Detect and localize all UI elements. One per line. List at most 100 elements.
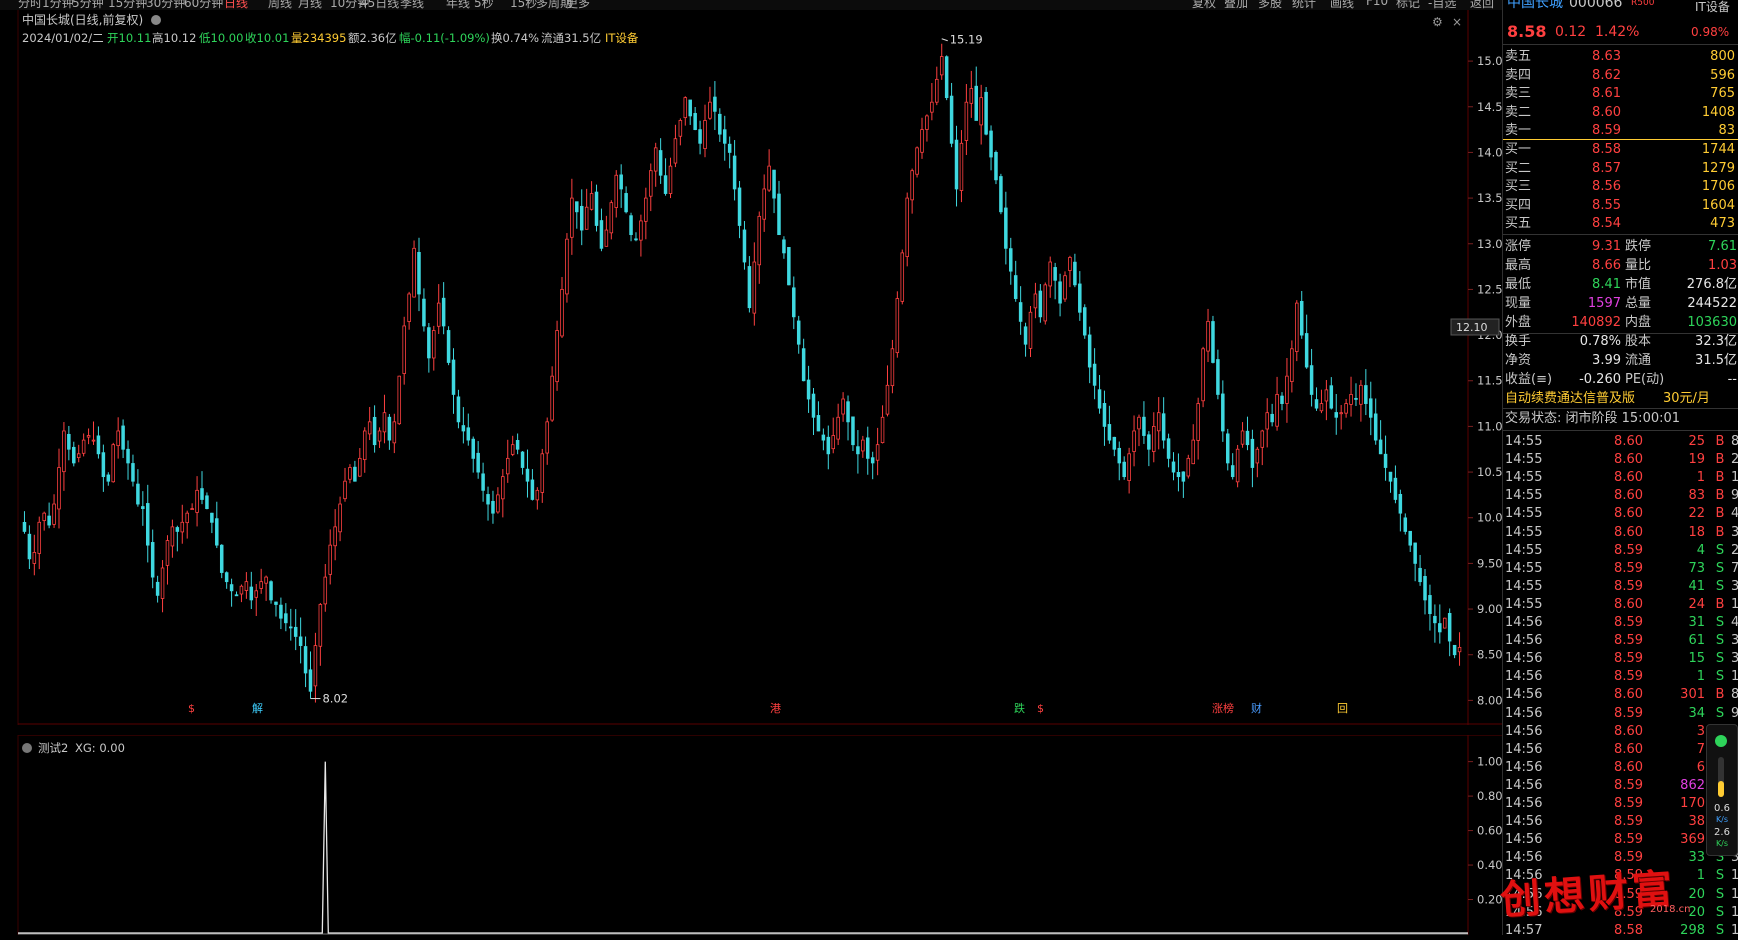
indicator-chart[interactable]: 测试2 XG: 0.00 1.000.800.600.400.20 bbox=[0, 735, 1502, 935]
candle-body bbox=[836, 416, 840, 440]
candle-body bbox=[505, 457, 510, 475]
stock-change-pct: 1.42% bbox=[1595, 24, 1640, 40]
chart-settings-icon[interactable]: ⚙ bbox=[1432, 15, 1443, 29]
sector-change-pct: 0.98% bbox=[1691, 25, 1730, 39]
candle-body bbox=[27, 533, 32, 560]
candle-body bbox=[737, 187, 742, 226]
candle-body bbox=[1107, 424, 1112, 441]
candle-body bbox=[407, 293, 411, 322]
stat-row-5: 换手 0.78% 股本 32.3亿 bbox=[1505, 334, 1737, 349]
candle-body bbox=[530, 479, 535, 500]
tick-row-10: 14:56 8.59 31 S 4 bbox=[1505, 615, 1738, 630]
stock-tag: R500 bbox=[1631, 0, 1655, 8]
candle-body bbox=[496, 494, 500, 513]
candle-body bbox=[461, 425, 466, 432]
chart-area[interactable]: 15.0014.5014.0013.5013.0012.5012.0011.50… bbox=[0, 10, 1502, 935]
candle-body bbox=[1043, 284, 1048, 322]
chart-close-icon[interactable]: × bbox=[1452, 15, 1462, 29]
promo-row[interactable]: 自动续费通达信普及版 30元/月 bbox=[1503, 390, 1738, 408]
candle-body bbox=[787, 247, 791, 286]
candle-body bbox=[491, 500, 495, 514]
toolbar-button-5[interactable]: F10 bbox=[1366, 0, 1388, 8]
candle-body bbox=[772, 169, 776, 199]
header-float: 流通31.5亿 bbox=[541, 31, 601, 45]
candle-body bbox=[688, 99, 692, 117]
candle-body bbox=[895, 298, 900, 354]
candle-body bbox=[880, 416, 885, 444]
event-marker-3[interactable]: 跌 bbox=[1014, 701, 1025, 715]
promo-text[interactable]: 自动续费通达信普及版 bbox=[1505, 390, 1635, 408]
y-tick-label-4: 13.00 bbox=[1477, 237, 1502, 251]
candle-body bbox=[1359, 384, 1363, 405]
candle-body bbox=[402, 325, 406, 374]
candle-body bbox=[392, 421, 397, 444]
y-tick-label-14: 8.00 bbox=[1477, 693, 1502, 707]
candle-body bbox=[565, 238, 569, 295]
candle-body bbox=[925, 115, 929, 130]
candle-body bbox=[111, 444, 115, 483]
candle-body bbox=[935, 78, 939, 103]
event-marker-4[interactable]: $ bbox=[1037, 702, 1044, 715]
indicator-options-icon[interactable] bbox=[22, 743, 32, 753]
promo-price[interactable]: 30元/月 bbox=[1663, 390, 1710, 408]
candle-body bbox=[708, 101, 712, 119]
candle-body bbox=[777, 193, 781, 236]
candle-body bbox=[1373, 413, 1378, 441]
tick-row-8: 14:55 8.59 41 S 3 bbox=[1505, 578, 1738, 594]
candle-body bbox=[619, 174, 623, 190]
candle-body bbox=[1053, 267, 1057, 281]
candle-body bbox=[279, 604, 283, 619]
quote-panel: 中国长城 000066 R500 IT设备 8.58 0.12 1.42% 0.… bbox=[1502, 0, 1738, 938]
candle-body bbox=[1225, 433, 1230, 464]
candle-body bbox=[215, 518, 219, 546]
candle-body bbox=[1235, 448, 1240, 483]
tick-row-9: 14:55 8.60 24 B 1 bbox=[1505, 596, 1738, 612]
candle-body bbox=[1073, 261, 1077, 286]
candle-body bbox=[1275, 394, 1279, 427]
y-tick-label-3: 13.50 bbox=[1477, 191, 1502, 205]
candle-body bbox=[649, 170, 653, 197]
candle-body bbox=[141, 506, 145, 510]
candle-body bbox=[732, 155, 737, 190]
candle-body bbox=[175, 527, 180, 532]
candle-body bbox=[155, 581, 160, 596]
event-marker-6[interactable]: 财 bbox=[1251, 701, 1262, 715]
candle-body bbox=[979, 97, 983, 126]
candle-body bbox=[1433, 615, 1437, 624]
event-marker-7[interactable]: 回 bbox=[1337, 702, 1348, 715]
candle-body bbox=[269, 581, 273, 601]
candle-body bbox=[1364, 385, 1368, 404]
kline-chart[interactable]: 15.0014.5014.0013.5013.0012.5012.0011.50… bbox=[0, 10, 1502, 725]
event-marker-2[interactable]: 港 bbox=[770, 702, 781, 715]
tick-row-17: 14:568.607B1 bbox=[1505, 741, 1738, 757]
candle-body bbox=[150, 542, 155, 578]
candle-body bbox=[308, 669, 313, 692]
candle-body bbox=[1329, 385, 1334, 409]
candle-body bbox=[1309, 365, 1314, 395]
candle-body bbox=[570, 197, 574, 238]
y-tick-label-11: 9.50 bbox=[1477, 556, 1502, 570]
candle-body bbox=[1221, 393, 1225, 432]
tick-row-20: 14:568.59170B2 bbox=[1505, 796, 1738, 811]
candle-body bbox=[1428, 595, 1432, 615]
bid-row-2: 买三 8.56 1706 bbox=[1505, 179, 1735, 195]
candle-body bbox=[1408, 530, 1412, 546]
candle-body bbox=[328, 544, 332, 575]
candle-body bbox=[259, 581, 263, 589]
candle-body bbox=[422, 298, 426, 327]
candle-body bbox=[67, 433, 71, 450]
candle-body bbox=[555, 330, 559, 383]
event-marker-5[interactable]: 涨榜 bbox=[1212, 701, 1234, 715]
candle-body bbox=[1230, 465, 1235, 478]
y-tick-label-5: 12.50 bbox=[1477, 282, 1502, 296]
candle-body bbox=[767, 165, 771, 191]
event-marker-0[interactable]: $ bbox=[188, 702, 195, 715]
stock-name: 中国长城 bbox=[1507, 0, 1563, 11]
tick-row-3: 14:55 8.60 83 B 9 bbox=[1505, 488, 1738, 504]
candle-body bbox=[1260, 430, 1265, 448]
event-marker-1[interactable]: 解 bbox=[252, 701, 263, 715]
chart-options-icon[interactable] bbox=[151, 15, 161, 25]
candle-body bbox=[1147, 434, 1151, 450]
candle-body bbox=[890, 348, 895, 387]
candle-body bbox=[318, 604, 323, 647]
